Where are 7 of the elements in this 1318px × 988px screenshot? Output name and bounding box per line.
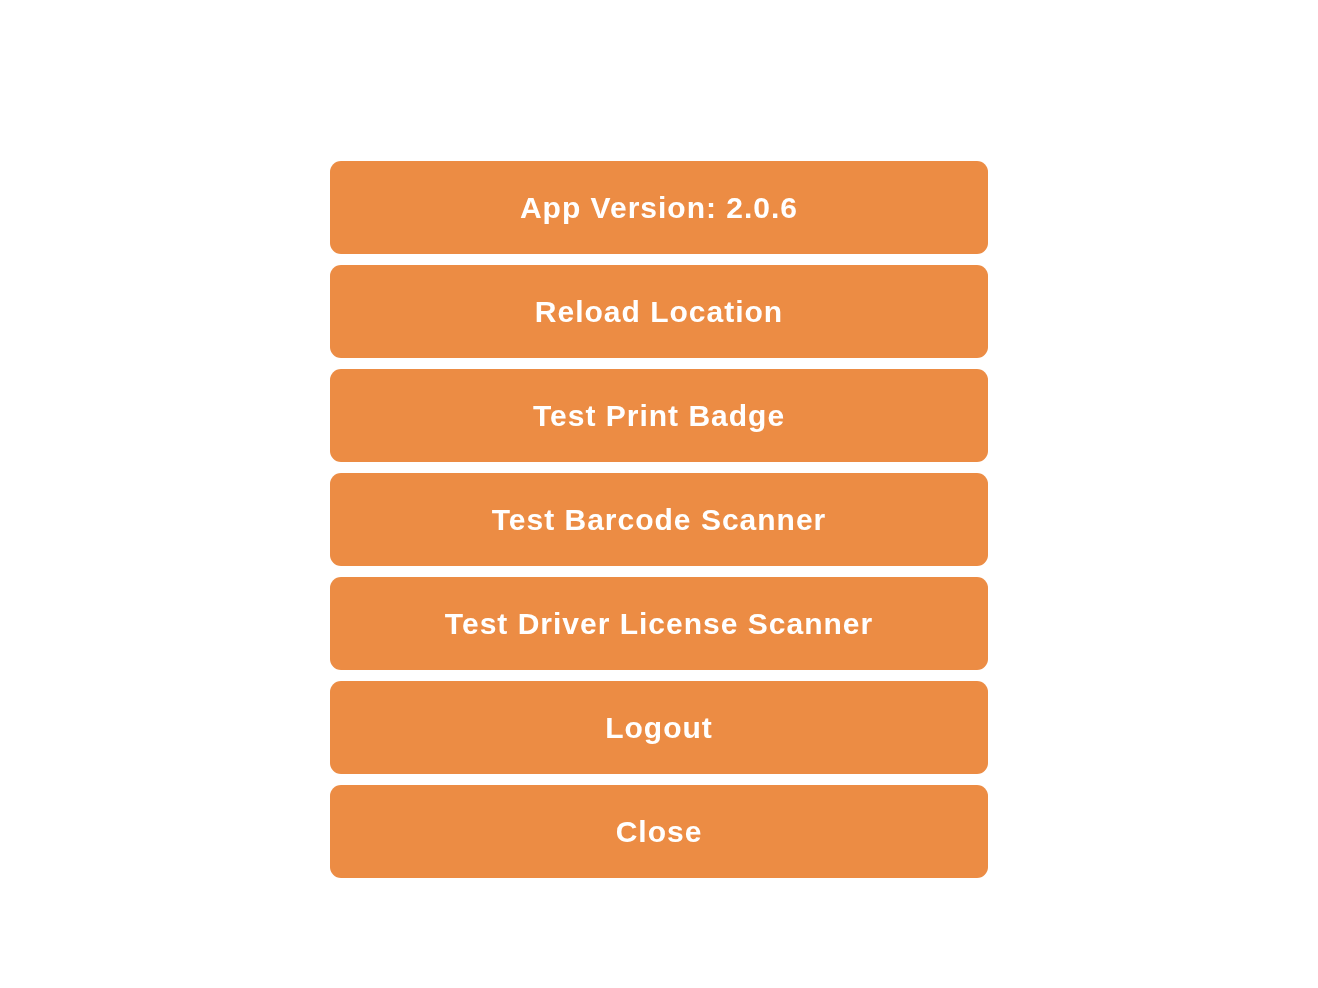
menu-button[interactable]: Test Print Badge <box>330 369 988 462</box>
menu-button[interactable]: Reload Location <box>330 265 988 358</box>
menu-button[interactable]: App Version: 2.0.6 <box>330 161 988 254</box>
menu-button[interactable]: Test Barcode Scanner <box>330 473 988 566</box>
menu-button[interactable]: Close <box>330 785 988 878</box>
menu-button[interactable]: Logout <box>330 681 988 774</box>
menu-button[interactable]: Test Driver License Scanner <box>330 577 988 670</box>
